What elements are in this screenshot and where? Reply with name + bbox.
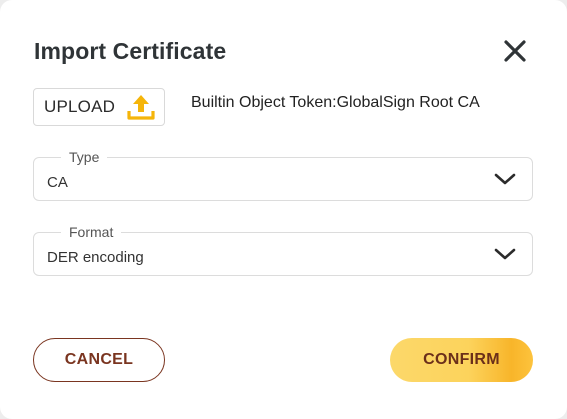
- cancel-label: CANCEL: [64, 351, 134, 368]
- upload-icon: [125, 91, 157, 123]
- upload-button[interactable]: UPLOAD: [33, 88, 165, 126]
- close-icon: [504, 40, 526, 62]
- import-certificate-dialog: Import Certificate UPLOAD Builtin Object…: [0, 0, 567, 419]
- upload-label: UPLOAD: [44, 97, 116, 116]
- format-select[interactable]: Format DER encoding: [33, 225, 533, 276]
- cancel-button[interactable]: CANCEL: [33, 338, 165, 382]
- close-button[interactable]: [501, 37, 529, 65]
- dialog-title: Import Certificate: [34, 38, 227, 64]
- format-label: Format: [61, 225, 122, 239]
- selected-file-name: Builtin Object Token:GlobalSign Root CA: [191, 94, 480, 111]
- type-select[interactable]: Type CA: [33, 150, 533, 201]
- chevron-down-icon: [494, 248, 516, 260]
- format-value: DER encoding: [47, 249, 144, 266]
- chevron-down-icon: [494, 173, 516, 185]
- type-label: Type: [61, 150, 108, 164]
- type-value: CA: [47, 174, 68, 191]
- confirm-label: CONFIRM: [423, 351, 500, 368]
- confirm-button[interactable]: CONFIRM: [390, 338, 533, 382]
